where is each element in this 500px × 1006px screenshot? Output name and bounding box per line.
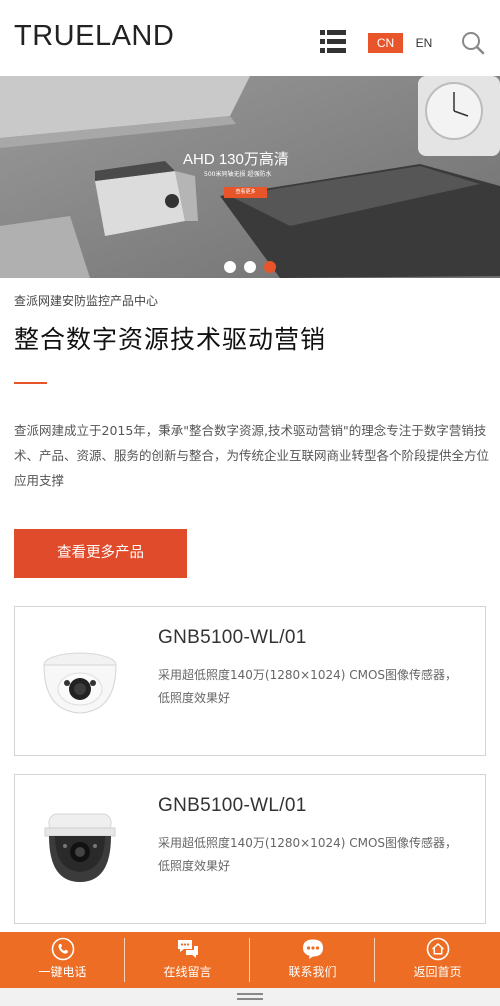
bottom-nav-contact[interactable]: 联系我们 (250, 932, 375, 988)
dome-camera-icon (43, 652, 117, 714)
drag-handle-icon[interactable] (237, 998, 263, 1000)
drag-handle-icon[interactable] (237, 993, 263, 995)
bottom-nav-label: 联系我们 (288, 965, 337, 979)
home-icon (426, 937, 449, 961)
scroll-handle-bar (0, 988, 500, 1006)
list-menu-icon[interactable] (320, 30, 346, 54)
site-logo[interactable]: TRUELAND (14, 20, 174, 53)
product-card[interactable]: GNB5100-WL/01 采用超低照度140万(1280×1024) CMOS… (14, 606, 486, 756)
banner-subtitle: 500米同轴无损 超强防水 (204, 171, 272, 178)
title-divider (14, 382, 47, 384)
chat-icon (302, 939, 323, 959)
product-description: 采用超低照度140万(1280×1024) CMOS图像传感器，低照度效果好 (158, 836, 458, 873)
bottom-nav-label: 在线留言 (163, 965, 212, 979)
carousel-dot-1[interactable] (224, 261, 236, 273)
phone-icon (51, 937, 74, 961)
product-description: 采用超低照度140万(1280×1024) CMOS图像传感器，低照度效果好 (158, 668, 458, 705)
product-card[interactable]: GNB5100-WL/01 采用超低照度140万(1280×1024) CMOS… (14, 774, 486, 924)
section-description: 查派网建成立于2015年，秉承"整合数字资源,技术驱动营销"的理念专注于数字营销… (14, 423, 490, 488)
carousel-dot-2[interactable] (244, 261, 256, 273)
section-title: 整合数字资源技术驱动营销 (14, 325, 327, 354)
hero-banner[interactable]: AHD 130万高清 500米同轴无损 超强防水 查看更多 (0, 76, 500, 278)
lang-cn-button[interactable]: CN (368, 33, 403, 53)
section-subtitle: 查派网建安防监控产品中心 (14, 294, 159, 308)
bottom-nav-bar: 一键电话 在线留言 联系我们 返回首页 (0, 932, 500, 988)
product-name: GNB5100-WL/01 (158, 795, 307, 816)
banner-title: AHD 130万高清 (183, 151, 289, 168)
bottom-nav-label: 返回首页 (413, 965, 462, 979)
bottom-nav-phone[interactable]: 一键电话 (0, 932, 125, 988)
lang-en-button[interactable]: EN (409, 33, 439, 53)
more-products-button[interactable]: 查看更多产品 (14, 529, 187, 578)
site-header: TRUELAND CN EN (0, 0, 500, 76)
dome-camera-icon (44, 813, 116, 882)
bottom-nav-label: 一键电话 (38, 965, 87, 979)
carousel-dot-3[interactable] (264, 261, 276, 273)
product-name: GNB5100-WL/01 (158, 627, 307, 648)
search-icon[interactable] (461, 31, 485, 55)
bottom-nav-home[interactable]: 返回首页 (375, 932, 500, 988)
bottom-nav-message[interactable]: 在线留言 (125, 932, 250, 988)
message-icon (177, 940, 198, 958)
banner-more-button[interactable]: 查看更多 (224, 187, 267, 198)
